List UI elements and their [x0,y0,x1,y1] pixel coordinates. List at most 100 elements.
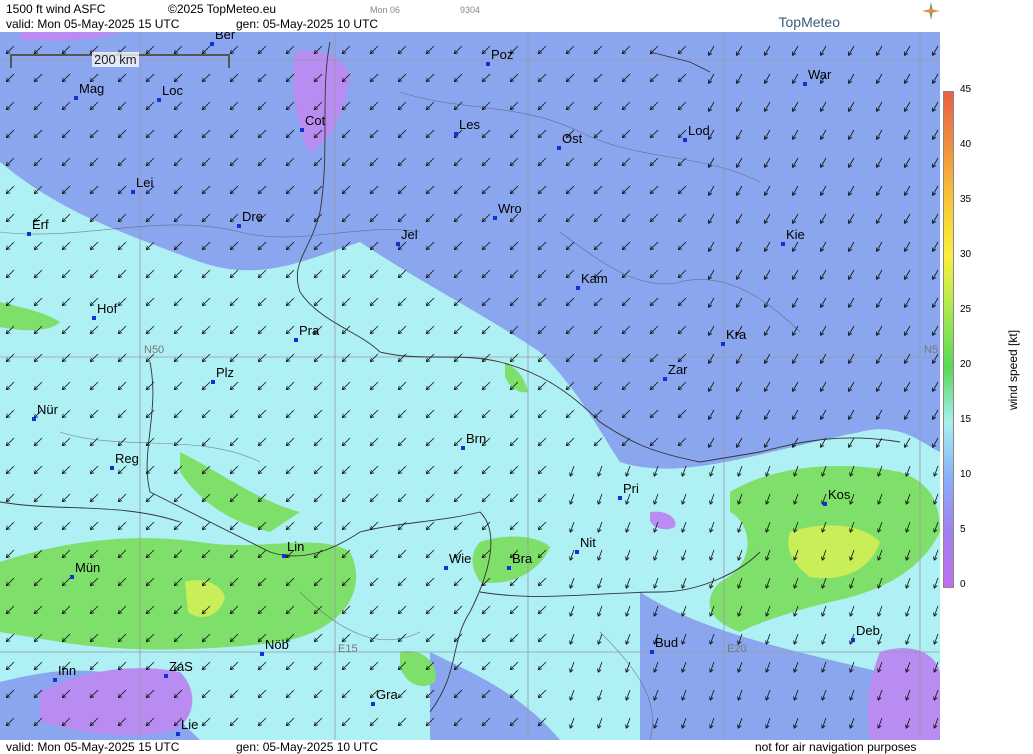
city-marker [454,132,458,136]
city-marker [493,216,497,220]
city-label: Mün [75,560,101,575]
city-marker [507,566,511,570]
city-label: Kie [786,227,805,242]
city-marker [650,650,654,654]
city-label: Loc [162,83,183,98]
city-label: Pri [623,481,639,496]
city-marker [70,575,74,579]
topmeteo-logo: TopMeteo [778,14,840,30]
legend-tick-label: 35 [960,194,972,205]
city-marker [53,678,57,682]
city-marker [282,554,286,558]
city-marker [110,466,114,470]
legend-tick-label: 15 [960,414,972,425]
city-label: Deb [856,623,880,638]
footer-disclaimer: not for air navigation purposes [755,740,917,754]
city-label: Pra [299,323,320,338]
city-label: ZaS [169,659,193,674]
footer-valid: valid: Mon 05-May-2025 15 UTC [6,740,180,754]
city-marker [396,242,400,246]
city-label: Nür [37,402,58,417]
wind-field [0,32,940,740]
legend-tick-label: 30 [960,249,972,260]
legend-tick-label: 10 [960,469,972,480]
city-marker [74,96,78,100]
scale-label: 200 km [92,52,139,67]
city-marker [176,732,180,736]
city-marker [663,377,667,381]
legend-tick-label: 0 [960,579,966,590]
city-label: Jel [401,227,418,242]
city-marker [210,42,214,46]
legend-tick-label: 45 [960,84,972,95]
compass-logo-icon [922,2,940,20]
city-marker [557,146,561,150]
city-marker [618,496,622,500]
grid-label-e20: E20 [727,643,747,655]
city-label: Poz [491,47,514,62]
city-marker [486,62,490,66]
city-label: Lie [181,717,199,732]
footer: valid: Mon 05-May-2025 15 UTC gen: 05-Ma… [0,740,940,754]
city-marker [683,138,687,142]
city-marker [461,446,465,450]
city-label: War [808,67,832,82]
city-label: Wro [498,201,522,216]
city-label: Cot [305,113,326,128]
city-label: Ost [562,131,583,146]
legend-tick-label: 40 [960,139,972,150]
small-day: Mon 06 [370,5,401,15]
city-label: Kos [828,487,851,502]
city-marker [803,82,807,86]
city-label: Ber [215,32,236,42]
legend-tick-label: 20 [960,359,972,370]
small-code: 9304 [460,5,481,15]
city-label: Hof [97,301,118,316]
city-marker [576,286,580,290]
city-label: Les [459,117,480,132]
grid-label-n50: N50 [144,344,165,356]
city-marker [27,232,31,236]
gen-time: gen: 05-May-2025 10 UTC [236,17,379,31]
city-label: Bra [512,551,533,566]
city-label: Zar [668,362,688,377]
city-marker [300,128,304,132]
product-title: 1500 ft wind ASFC [6,2,106,16]
city-label: Lod [688,123,710,138]
city-label: Brn [466,431,487,446]
grid-label-n5: N5 [924,344,939,356]
city-marker [781,242,785,246]
city-label: Reg [115,451,139,466]
city-marker [92,316,96,320]
city-marker [371,702,375,706]
city-marker [211,380,215,384]
city-label: Lei [136,175,154,190]
city-marker [721,342,725,346]
legend-tick-label: 5 [960,524,966,535]
grid-label-e15: E15 [338,643,358,655]
city-label: Plz [216,365,235,380]
legend-tick-label: 25 [960,304,972,315]
city-marker [131,190,135,194]
city-marker [157,98,161,102]
city-label: Gra [376,687,398,702]
city-marker [164,674,168,678]
city-label: Inn [58,663,77,678]
copyright: ©2025 TopMeteo.eu [168,2,277,16]
city-marker [32,417,36,421]
city-label: Mag [79,81,105,96]
valid-time: valid: Mon 05-May-2025 15 UTC [6,17,180,31]
city-marker [260,652,264,656]
city-label: Nöb [265,637,289,652]
city-label: Nit [580,535,596,550]
city-label: Kam [581,271,608,286]
city-marker [444,566,448,570]
city-label: Lin [287,539,305,554]
footer-gen: gen: 05-May-2025 10 UTC [236,740,379,754]
city-marker [237,224,241,228]
city-label: Wie [449,551,472,566]
city-label: Bud [655,635,679,650]
city-marker [294,338,298,342]
city-label: Erf [32,217,49,232]
wind-map[interactable]: 200 km N50 N5 E15 E20 Ber Poz War Mag Loc Cot… [0,32,940,740]
